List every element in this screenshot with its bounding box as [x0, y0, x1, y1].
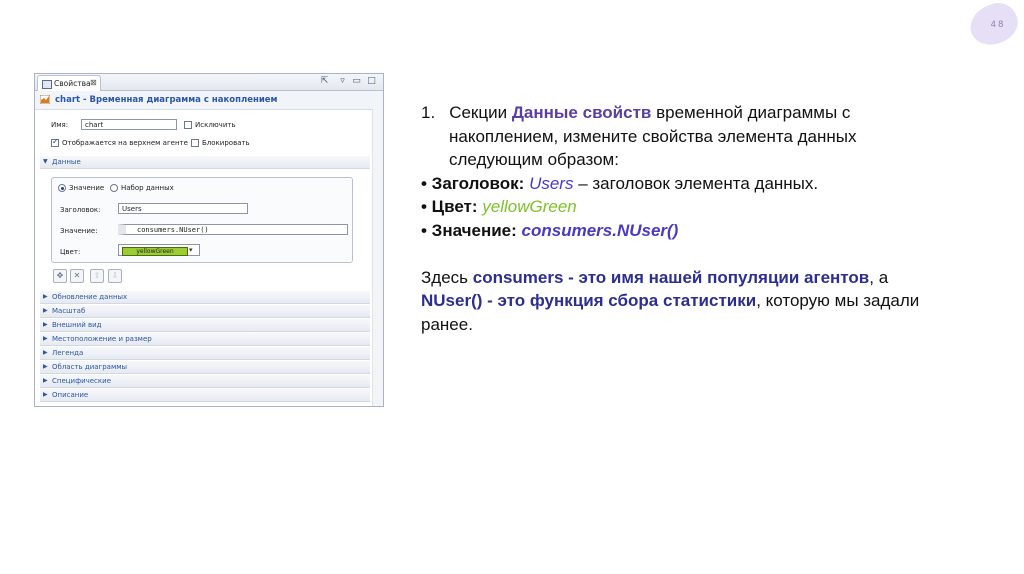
item-number: 1. — [421, 103, 436, 122]
item-line-3: следующим образом: — [449, 150, 619, 169]
chevron-right-icon: ▶ — [43, 349, 48, 356]
properties-icon — [42, 80, 52, 89]
move-up-button[interactable]: ⇧ — [90, 269, 104, 283]
chevron-down-icon: ▾ — [189, 246, 193, 254]
chevron-right-icon: ▶ — [43, 363, 48, 370]
maximize-icon[interactable]: □ — [366, 76, 377, 87]
section-data-update[interactable]: ▶ Обновление данных — [40, 291, 370, 304]
bullet-label: • Цвет: — [421, 197, 483, 216]
text-highlight: consumers - это имя нашей популяции аген… — [472, 267, 870, 287]
section-label: Масштаб — [52, 307, 86, 315]
section-label: Специфические — [52, 377, 111, 385]
text-fragment: , а — [869, 267, 889, 287]
bullet-label: • Заголовок: — [421, 173, 530, 193]
section-legend[interactable]: ▶ Легенда — [40, 347, 370, 360]
title-label: Заголовок: — [60, 206, 101, 214]
item-line-1: 1. Секции Данные свойств временной диагра… — [421, 101, 850, 125]
color-label: Цвет: — [60, 248, 81, 256]
exclude-label: Исключить — [195, 121, 236, 129]
radio-value[interactable] — [58, 184, 66, 192]
chevron-right-icon: ▶ — [43, 391, 48, 398]
text-fragment: Секции — [449, 103, 512, 122]
bullet-value-text: consumers.NUser() — [521, 220, 679, 240]
text-fragment: Здесь — [421, 267, 473, 287]
exclude-checkbox[interactable] — [184, 121, 192, 129]
chevron-right-icon: ▶ — [43, 293, 48, 300]
text-fragment: временной диаграммы с — [651, 103, 851, 122]
radio-dataset[interactable] — [110, 184, 118, 192]
panel-tabbar: Свойства ⊠ ⇱ ▿ ▭ □ — [35, 74, 383, 91]
title-input[interactable]: Users — [118, 203, 248, 214]
section-label: Легенда — [52, 349, 84, 357]
value-label: Значение: — [60, 227, 98, 235]
section-label: Обновление данных — [52, 293, 128, 301]
text-highlight: NUser() - это функция сбора статистики — [421, 291, 757, 310]
bullet-title: • Заголовок: Users – заголовок элемента … — [421, 172, 818, 196]
section-specific[interactable]: ▶ Специфические — [40, 375, 370, 388]
bullet-value: Users — [529, 173, 574, 193]
chevron-right-icon: ▶ — [43, 321, 48, 328]
bullet-color: • Цвет: yellowGreen — [421, 195, 577, 219]
lock-label: Блокировать — [202, 139, 250, 147]
show-top-agent-label: Отображается на верхнем агенте — [62, 139, 188, 147]
panel-title: chart - Временная диаграмма с накопление… — [55, 95, 278, 105]
chart-icon — [40, 95, 50, 104]
radio-dataset-label: Набор данных — [121, 184, 174, 192]
section-chart-area[interactable]: ▶ Область диаграммы — [40, 361, 370, 374]
radio-value-label: Значение — [69, 184, 105, 192]
remove-data-button[interactable]: ✕ — [70, 269, 84, 283]
paragraph-line-2: NUser() - это функция сбора статистики, … — [421, 289, 919, 313]
text-highlight: Данные свойств — [511, 103, 652, 122]
section-appearance[interactable]: ▶ Внешний вид — [40, 319, 370, 332]
section-label: Описание — [52, 391, 89, 399]
value-input[interactable]: consumers.NUser() — [118, 224, 348, 235]
chevron-right-icon: ▶ — [43, 335, 48, 342]
scrollbar[interactable] — [372, 109, 383, 406]
export-icon[interactable]: ⇱ — [319, 76, 330, 87]
section-description[interactable]: ▶ Описание — [40, 389, 370, 402]
bullet-label: • Значение: — [421, 220, 522, 240]
tab-properties[interactable]: Свойства ⊠ — [37, 75, 101, 91]
text-fragment: , которую мы задали — [756, 291, 920, 310]
show-top-agent-checkbox[interactable] — [51, 137, 59, 147]
lock-checkbox[interactable] — [191, 139, 199, 147]
properties-panel: Свойства ⊠ ⇱ ▿ ▭ □ chart - Временная диа… — [34, 73, 384, 407]
bullet-value: yellowGreen — [482, 197, 577, 216]
name-label: Имя: — [51, 121, 69, 129]
section-data-label: Данные — [52, 158, 81, 166]
bullet-value: • Значение: consumers.NUser() — [421, 219, 678, 243]
tab-properties-label: Свойства — [54, 79, 91, 88]
section-data[interactable]: ▼ Данные — [40, 156, 370, 169]
panel-titlebar: chart - Временная диаграмма с накопление… — [35, 91, 383, 110]
move-down-button[interactable]: ⇩ — [108, 269, 122, 283]
slide-number: 4 8 — [990, 19, 1004, 29]
section-label: Область диаграммы — [52, 363, 128, 371]
chevron-right-icon: ▶ — [43, 377, 48, 384]
close-icon[interactable]: ⊠ — [90, 78, 97, 87]
text-fragment: – заголовок элемента данных. — [573, 173, 819, 193]
section-position-size[interactable]: ▶ Местоположение и размер — [40, 333, 370, 346]
section-label: Внешний вид — [52, 321, 102, 329]
color-swatch: yellowGreen — [122, 247, 188, 256]
section-label: Местоположение и размер — [52, 335, 152, 343]
chevron-down-icon: ▼ — [43, 158, 48, 165]
minimize-icon[interactable]: ▭ — [351, 76, 362, 87]
chevron-right-icon: ▶ — [43, 307, 48, 314]
section-scale[interactable]: ▶ Масштаб — [40, 305, 370, 318]
paragraph-line-3: ранее. — [421, 314, 473, 334]
menu-icon[interactable]: ▿ — [337, 76, 348, 87]
paragraph-line-1: Здесь consumers - это имя нашей популяци… — [421, 266, 888, 290]
item-line-2: накоплением, измените свойства элемента … — [449, 126, 857, 146]
data-group: Значение Набор данных Заголовок: Users З… — [51, 177, 353, 263]
add-data-button[interactable]: ✥ — [53, 269, 67, 283]
color-select[interactable]: yellowGreen ▾ — [118, 244, 200, 256]
name-input[interactable]: chart — [81, 119, 177, 130]
